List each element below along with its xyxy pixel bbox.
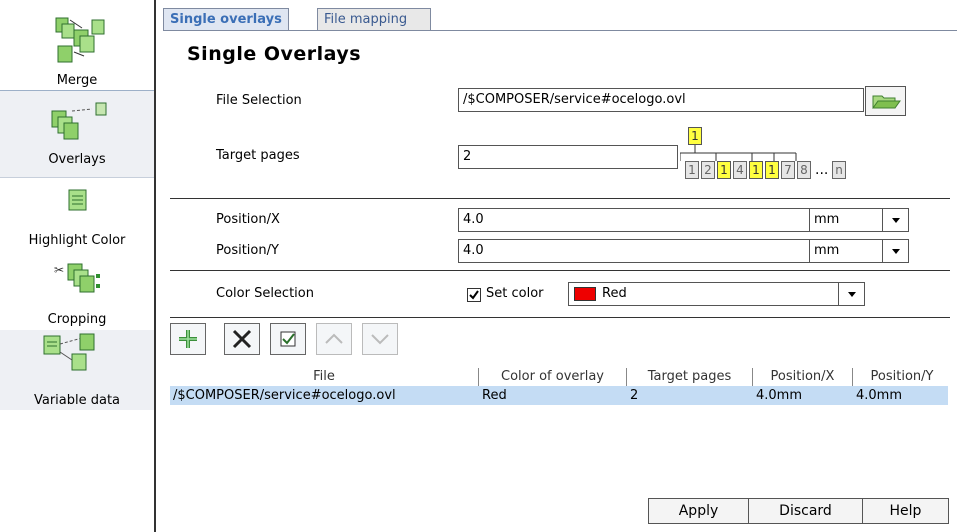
- sidebar-item-overlays[interactable]: Overlays: [0, 90, 154, 178]
- discard-button[interactable]: Discard: [748, 498, 863, 524]
- diagram-page-highlighted: 1: [765, 161, 779, 179]
- chevron-down-icon: [371, 334, 389, 345]
- position-x-input[interactable]: 4.0: [458, 208, 810, 232]
- checkbox-icon: [280, 331, 296, 347]
- sidebar-item-label: Variable data: [33, 393, 121, 408]
- position-x-unit-select[interactable]: mm: [809, 208, 883, 232]
- position-y-unit-dropdown[interactable]: [882, 239, 909, 263]
- sidebar-item-label: Highlight Color: [28, 233, 126, 248]
- set-color-label: Set color: [486, 286, 544, 301]
- variable-data-icon: [43, 333, 95, 371]
- table-cell-position-x: 4.0mm: [756, 388, 803, 403]
- column-header-file[interactable]: File: [170, 368, 479, 386]
- color-name: Red: [602, 286, 627, 301]
- diagram-page: 8: [797, 161, 811, 179]
- table-cell-position-y: 4.0mm: [856, 388, 903, 403]
- tab-divider: [163, 30, 957, 31]
- separator: [170, 317, 950, 318]
- position-x-label: Position/X: [216, 212, 280, 227]
- cropping-icon: ✂: [54, 263, 100, 293]
- sidebar-item-variable-data[interactable]: Variable data: [0, 330, 154, 410]
- position-y-input[interactable]: 4.0: [458, 239, 810, 263]
- diagram-page: 2: [701, 161, 715, 179]
- svg-text:✂: ✂: [54, 263, 64, 277]
- table-cell-color: Red: [482, 388, 507, 403]
- column-header-position-x[interactable]: Position/X: [753, 368, 853, 386]
- move-up-button[interactable]: [316, 323, 352, 355]
- table-cell-target-pages: 2: [630, 388, 639, 403]
- file-selection-label: File Selection: [216, 93, 302, 108]
- merge-icon: [55, 17, 105, 63]
- sidebar-item-merge[interactable]: Merge: [0, 0, 154, 90]
- diagram-page-highlighted: 1: [749, 161, 763, 179]
- separator: [170, 198, 950, 199]
- sidebar-item-label: Cropping: [47, 312, 107, 327]
- separator: [170, 270, 950, 271]
- remove-button[interactable]: [224, 323, 260, 355]
- sidebar-item-highlight-color[interactable]: Highlight Color: [0, 178, 154, 258]
- column-header-color[interactable]: Color of overlay: [479, 368, 627, 386]
- move-down-button[interactable]: [362, 323, 398, 355]
- color-select[interactable]: Red: [568, 282, 839, 306]
- target-pages-label: Target pages: [216, 148, 300, 163]
- color-dropdown[interactable]: [838, 282, 865, 306]
- diagram-page-highlighted: 1: [717, 161, 731, 179]
- file-selection-input[interactable]: /$COMPOSER/service#ocelogo.ovl: [458, 88, 864, 112]
- plus-icon: [179, 330, 197, 348]
- highlight-color-icon: [68, 189, 87, 211]
- diagram-top-page: 1: [688, 127, 702, 145]
- diagram-ellipsis: ...: [815, 162, 829, 178]
- browse-button[interactable]: [865, 86, 906, 116]
- x-icon: [232, 329, 252, 349]
- sidebar-item-label: Merge: [56, 73, 98, 88]
- color-swatch: [574, 287, 596, 301]
- add-button[interactable]: [170, 323, 206, 355]
- diagram-page: 7: [781, 161, 795, 179]
- target-pages-input[interactable]: 2: [458, 145, 678, 169]
- position-y-label: Position/Y: [216, 243, 279, 258]
- diagram-page-last: n: [832, 161, 846, 179]
- color-selection-label: Color Selection: [216, 286, 314, 301]
- column-header-position-y[interactable]: Position/Y: [853, 368, 951, 386]
- diagram-page: 1: [685, 161, 699, 179]
- column-header-target-pages[interactable]: Target pages: [627, 368, 753, 386]
- checkmark-icon: [469, 290, 479, 300]
- overlays-icon: [51, 102, 107, 140]
- position-x-unit-dropdown[interactable]: [882, 208, 909, 232]
- diagram-page: 4: [733, 161, 747, 179]
- apply-button[interactable]: Apply: [648, 498, 749, 524]
- sidebar-item-cropping[interactable]: ✂ Cropping: [0, 258, 154, 330]
- select-button[interactable]: [270, 323, 306, 355]
- table-cell-file: /$COMPOSER/service#ocelogo.ovl: [173, 388, 396, 403]
- set-color-checkbox[interactable]: [467, 288, 481, 302]
- tab-file-mapping[interactable]: File mapping: [317, 8, 431, 30]
- help-button[interactable]: Help: [862, 498, 949, 524]
- chevron-up-icon: [325, 333, 343, 344]
- tab-single-overlays[interactable]: Single overlays: [163, 8, 289, 30]
- sidebar-item-label: Overlays: [48, 152, 106, 167]
- page-title: Single Overlays: [187, 43, 362, 65]
- sidebar: Merge Overlays Highlight Color ✂ Croppin…: [0, 0, 156, 532]
- folder-open-icon: [871, 95, 901, 109]
- position-y-unit-select[interactable]: mm: [809, 239, 883, 263]
